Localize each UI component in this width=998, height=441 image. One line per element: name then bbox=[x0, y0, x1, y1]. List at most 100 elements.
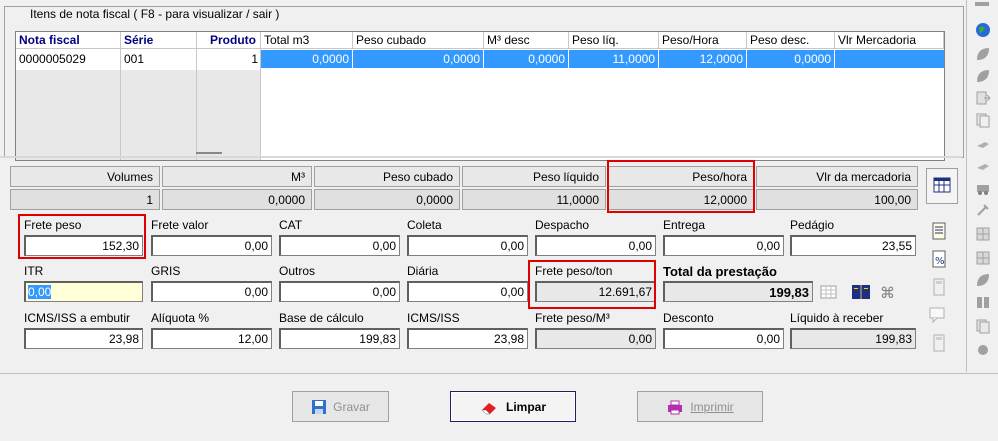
summary-label-peso-liquido: Peso líquido bbox=[462, 166, 606, 187]
summary-value-peso-cubado: 0,0000 bbox=[314, 189, 460, 210]
col-header-peso-liq[interactable]: Peso líq. bbox=[569, 32, 659, 49]
input-frete-valor[interactable]: 0,00 bbox=[151, 235, 272, 256]
percent-icon[interactable]: % bbox=[930, 250, 948, 268]
grid-table-icon[interactable] bbox=[820, 284, 838, 300]
input-icms-iss[interactable]: 23,98 bbox=[407, 328, 528, 349]
print-button[interactable]: Imprimir bbox=[637, 391, 763, 422]
col-header-total-m3[interactable]: Total m3 bbox=[261, 32, 353, 49]
clear-button[interactable]: Limpar bbox=[450, 391, 576, 422]
label-base-calculo: Base de cálculo bbox=[279, 311, 364, 325]
floppy-disk-icon bbox=[312, 399, 327, 414]
lookup-icon[interactable]: ⌘ bbox=[878, 282, 898, 302]
label-desconto: Desconto bbox=[663, 311, 714, 325]
cell-total-m3[interactable]: 0,0000 bbox=[261, 50, 353, 68]
book-gray-icon[interactable] bbox=[975, 294, 991, 310]
hand-icon[interactable] bbox=[975, 158, 991, 174]
table-icon bbox=[933, 177, 951, 193]
highlight-frete-peso bbox=[18, 214, 146, 259]
label-itr: ITR bbox=[24, 264, 44, 278]
toolbar-top-icon[interactable] bbox=[975, 2, 989, 6]
input-itr[interactable]: 0,00 bbox=[24, 281, 143, 302]
settings-icon[interactable] bbox=[975, 342, 991, 358]
value-total-prestacao: 199,83 bbox=[663, 281, 813, 302]
label-icms-iss: ICMS/ISS bbox=[407, 311, 460, 325]
export-icon[interactable] bbox=[975, 90, 991, 106]
calculator-button[interactable] bbox=[926, 168, 958, 204]
cell-produto[interactable]: 1 bbox=[197, 50, 261, 68]
input-cat[interactable]: 0,00 bbox=[279, 235, 400, 256]
input-liquido-receber: 199,83 bbox=[790, 328, 916, 349]
input-coleta[interactable]: 0,00 bbox=[407, 235, 528, 256]
summary-label-m3: M³ bbox=[162, 166, 312, 187]
label-diaria: Diária bbox=[407, 264, 439, 278]
input-diaria[interactable]: 0,00 bbox=[407, 281, 528, 302]
summary-label-peso-cubado: Peso cubado bbox=[314, 166, 460, 187]
input-base-calculo[interactable]: 199,83 bbox=[279, 328, 400, 349]
input-icms-embutir[interactable]: 23,98 bbox=[24, 328, 143, 349]
summary-value-volumes: 1 bbox=[10, 189, 160, 210]
eraser-icon bbox=[481, 402, 496, 414]
grid-icon[interactable] bbox=[975, 250, 991, 266]
document-icon[interactable] bbox=[930, 222, 948, 240]
col-header-nota-fiscal[interactable]: Nota fiscal bbox=[16, 32, 121, 49]
printer-icon bbox=[668, 400, 683, 414]
summary-value-peso-liquido: 11,0000 bbox=[462, 189, 606, 210]
cell-nota-fiscal[interactable]: 0000005029 bbox=[16, 50, 121, 68]
label-pedagio: Pedágio bbox=[790, 218, 835, 232]
col-header-peso-cubado[interactable]: Peso cubado bbox=[353, 32, 484, 49]
col-header-peso-hora[interactable]: Peso/Hora bbox=[659, 32, 747, 49]
tools-icon[interactable] bbox=[975, 202, 991, 218]
label-gris: GRIS bbox=[151, 264, 181, 278]
truck-icon[interactable] bbox=[975, 180, 991, 196]
cell-peso-liq[interactable]: 11,0000 bbox=[569, 50, 659, 68]
cell-peso-hora[interactable]: 12,0000 bbox=[659, 50, 747, 68]
input-entrega[interactable]: 0,00 bbox=[663, 235, 784, 256]
label-frete-peso-m3: Frete peso/M³ bbox=[535, 311, 610, 325]
input-desconto[interactable]: 0,00 bbox=[663, 328, 784, 349]
col-header-m3-desc[interactable]: M³ desc bbox=[484, 32, 569, 49]
book-icon[interactable] bbox=[850, 283, 872, 301]
items-group-title: Itens de nota fiscal ( F8 - para visuali… bbox=[27, 7, 283, 21]
label-frete-valor: Frete valor bbox=[151, 218, 209, 232]
col-header-produto[interactable]: Produto bbox=[197, 32, 261, 49]
input-gris[interactable]: 0,00 bbox=[151, 281, 272, 302]
input-pedagio[interactable]: 23,55 bbox=[790, 235, 916, 256]
col-header-peso-desc[interactable]: Peso desc. bbox=[747, 32, 835, 49]
copy-gray-icon[interactable] bbox=[975, 318, 991, 334]
horizontal-scroll-thumb[interactable] bbox=[196, 152, 222, 154]
leaf-icon[interactable] bbox=[975, 272, 991, 288]
highlight-frete-peso-ton bbox=[528, 260, 656, 309]
cell-serie[interactable]: 001 bbox=[121, 50, 197, 68]
calculator-small-icon bbox=[933, 334, 945, 352]
summary-value-vlr-mercadoria: 100,00 bbox=[756, 189, 918, 210]
save-button[interactable]: Gravar bbox=[292, 391, 389, 422]
cell-peso-cubado[interactable]: 0,0000 bbox=[353, 50, 484, 68]
globe-icon[interactable] bbox=[975, 22, 991, 38]
cell-vlr-mercadoria[interactable] bbox=[835, 50, 944, 68]
copy-icon[interactable] bbox=[975, 112, 991, 128]
items-grid[interactable]: Nota fiscal Série Produto Total m3 Peso … bbox=[15, 31, 945, 161]
cell-peso-desc[interactable]: 0,0000 bbox=[747, 50, 835, 68]
label-liquido-receber: Líquido à receber bbox=[790, 311, 884, 325]
svg-text:%: % bbox=[935, 256, 945, 267]
hand-icon[interactable] bbox=[975, 136, 991, 152]
summary-value-m3: 0,0000 bbox=[162, 189, 312, 210]
items-group: Itens de nota fiscal ( F8 - para visuali… bbox=[4, 6, 964, 161]
calculator-icon bbox=[933, 278, 945, 296]
cell-m3-desc[interactable]: 0,0000 bbox=[484, 50, 569, 68]
grid-empty-area bbox=[16, 70, 260, 160]
grid-icon[interactable] bbox=[975, 226, 991, 242]
input-despacho[interactable]: 0,00 bbox=[535, 235, 656, 256]
col-header-serie[interactable]: Série bbox=[121, 32, 197, 49]
leaf-icon[interactable] bbox=[975, 46, 991, 62]
highlight-peso-hora bbox=[607, 160, 755, 213]
col-header-vlr-mercadoria[interactable]: Vlr Mercadoria bbox=[835, 32, 944, 49]
input-aliquota[interactable]: 12,00 bbox=[151, 328, 272, 349]
save-button-label: Gravar bbox=[333, 399, 370, 414]
label-coleta: Coleta bbox=[407, 218, 442, 232]
print-button-label: Imprimir bbox=[690, 399, 734, 414]
separator bbox=[0, 156, 962, 158]
label-despacho: Despacho bbox=[535, 218, 590, 232]
leaf-icon[interactable] bbox=[975, 68, 991, 84]
input-outros[interactable]: 0,00 bbox=[279, 281, 400, 302]
